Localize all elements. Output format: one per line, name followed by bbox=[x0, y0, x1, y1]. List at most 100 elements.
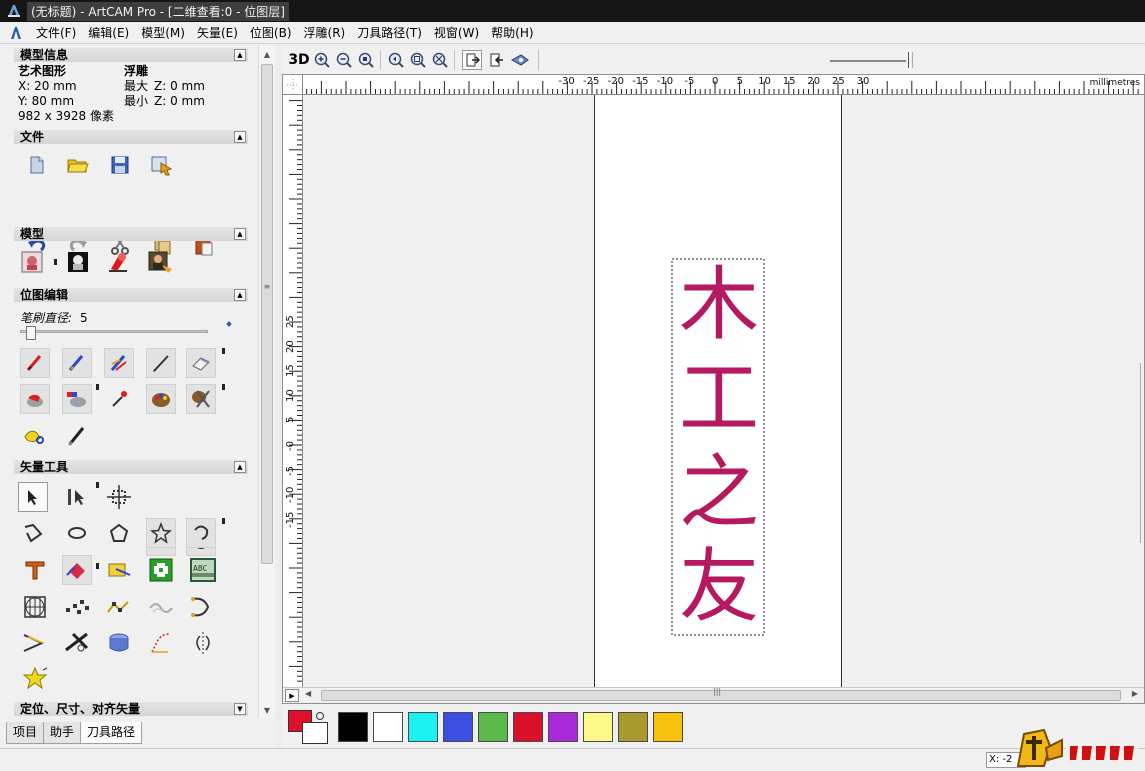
paint-brush-blue-icon[interactable] bbox=[62, 348, 92, 378]
zoom-window-icon[interactable] bbox=[408, 50, 428, 70]
draw-pencil-icon[interactable] bbox=[146, 348, 176, 378]
select-arrow-icon[interactable] bbox=[18, 482, 48, 512]
scroll-up-icon[interactable]: ▲ bbox=[259, 46, 275, 62]
model-area[interactable]: 木工之友 bbox=[594, 95, 842, 687]
zoom-out-icon[interactable] bbox=[334, 50, 354, 70]
bitmap-to-vector-icon[interactable] bbox=[104, 555, 134, 585]
brush-slider-thumb[interactable] bbox=[25, 326, 36, 340]
show-layer-icon[interactable] bbox=[462, 50, 482, 70]
color-swatch[interactable] bbox=[583, 712, 613, 742]
eyedropper-icon[interactable] bbox=[104, 384, 134, 414]
color-swatch[interactable] bbox=[408, 712, 438, 742]
scroll-right-icon[interactable]: ▶ bbox=[1132, 689, 1138, 698]
ruler-corner[interactable] bbox=[283, 75, 303, 95]
tab-assistant[interactable]: 助手 bbox=[43, 722, 82, 744]
save-disk-icon[interactable] bbox=[105, 150, 135, 180]
scroll-down-icon[interactable]: ▼ bbox=[259, 702, 275, 718]
model-portrait-icon[interactable] bbox=[145, 247, 175, 277]
menu-model[interactable]: 模型(M) bbox=[135, 22, 191, 44]
paint-bucket-red-icon[interactable] bbox=[20, 384, 50, 414]
mirror-icon[interactable] bbox=[188, 628, 218, 658]
model-info-header[interactable]: 模型信息 ▲ bbox=[14, 48, 248, 62]
vector-nodes-icon[interactable] bbox=[62, 592, 92, 622]
color-swatch[interactable] bbox=[338, 712, 368, 742]
paint-brush-red-icon[interactable] bbox=[20, 348, 50, 378]
panel-scrollbar[interactable]: ▲ ≡ ▼ bbox=[258, 46, 274, 718]
arc-icon[interactable] bbox=[186, 518, 216, 548]
split-handle[interactable] bbox=[1140, 363, 1144, 543]
zoom-slider-track[interactable] bbox=[830, 60, 906, 62]
polyline-icon[interactable] bbox=[18, 518, 48, 548]
menu-toolpaths[interactable]: 刀具路径(T) bbox=[351, 22, 428, 44]
hide-layer-icon[interactable] bbox=[486, 50, 506, 70]
flyout-arrow-icon[interactable] bbox=[222, 518, 225, 524]
text-on-curve-icon[interactable]: ABC bbox=[188, 555, 218, 585]
magic-lasso-icon[interactable] bbox=[20, 421, 50, 451]
flyout-arrow-icon[interactable] bbox=[96, 482, 99, 488]
eye-icon[interactable] bbox=[510, 50, 530, 70]
vector-fill-icon[interactable] bbox=[62, 555, 92, 585]
document-icon[interactable] bbox=[8, 25, 24, 41]
bitmap-edit-header[interactable]: 位图编辑 ▲ bbox=[14, 288, 248, 302]
menu-bitmap[interactable]: 位图(B) bbox=[244, 22, 298, 44]
artwork-glyph[interactable]: 友 bbox=[676, 543, 762, 631]
model-grayscale-icon[interactable] bbox=[63, 247, 93, 277]
swap-colors-icon[interactable] bbox=[314, 710, 326, 720]
model-header[interactable]: 模型 ▲ bbox=[14, 227, 248, 241]
color-palette-icon[interactable] bbox=[146, 384, 176, 414]
flyout-arrow-icon[interactable] bbox=[54, 259, 57, 265]
vector-grid-icon[interactable] bbox=[20, 592, 50, 622]
tab-toolpaths[interactable]: 刀具路径 bbox=[80, 722, 143, 744]
node-edit-icon[interactable] bbox=[62, 482, 92, 512]
collapse-up-icon[interactable]: ▲ bbox=[234, 461, 246, 473]
eraser-icon[interactable] bbox=[186, 348, 216, 378]
model-setup-icon[interactable] bbox=[18, 247, 48, 277]
flyout-arrow-icon[interactable] bbox=[222, 384, 225, 390]
ellipse-icon[interactable] bbox=[62, 518, 92, 548]
position-align-header[interactable]: 定位、尺寸、对齐矢量 ▼ bbox=[14, 702, 248, 716]
color-swatch[interactable] bbox=[373, 712, 403, 742]
text-icon[interactable] bbox=[20, 555, 50, 585]
extrude-icon[interactable] bbox=[104, 628, 134, 658]
palette-scissors-icon[interactable] bbox=[186, 384, 216, 414]
flyout-arrow-icon[interactable] bbox=[96, 563, 99, 569]
menu-edit[interactable]: 编辑(E) bbox=[82, 22, 135, 44]
trim-vector-icon[interactable] bbox=[62, 628, 92, 658]
artwork-glyph[interactable]: 之 bbox=[676, 449, 762, 537]
smooth-curve-icon[interactable] bbox=[104, 592, 134, 622]
play-icon[interactable]: ▶ bbox=[285, 689, 299, 702]
zoom-fit-icon[interactable] bbox=[356, 50, 376, 70]
flyout-arrow-icon[interactable] bbox=[96, 384, 99, 390]
panel-scroll-thumb[interactable] bbox=[261, 64, 273, 564]
collapse-up-icon[interactable]: ▲ bbox=[234, 131, 246, 143]
paint-multicolor-icon[interactable] bbox=[104, 348, 134, 378]
fillet-icon[interactable] bbox=[146, 628, 176, 658]
zoom-in-icon[interactable] bbox=[312, 50, 332, 70]
collapse-up-icon[interactable]: ▲ bbox=[234, 289, 246, 301]
transform-icon[interactable] bbox=[104, 482, 134, 512]
new-file-icon[interactable] bbox=[22, 150, 52, 180]
polygon-icon[interactable] bbox=[104, 518, 134, 548]
color-swatch[interactable] bbox=[478, 712, 508, 742]
add-vector-icon[interactable] bbox=[146, 555, 176, 585]
menu-file[interactable]: 文件(F) bbox=[30, 22, 82, 44]
flood-fill-multicolor-icon[interactable] bbox=[62, 384, 92, 414]
menu-window[interactable]: 视窗(W) bbox=[428, 22, 485, 44]
zoom-all-icon[interactable] bbox=[430, 50, 450, 70]
star-burst-icon[interactable] bbox=[20, 664, 50, 694]
color-swatch[interactable] bbox=[548, 712, 578, 742]
vector-tools-header[interactable]: 矢量工具 ▲ bbox=[14, 460, 248, 474]
menu-vector[interactable]: 矢量(E) bbox=[191, 22, 244, 44]
import-icon[interactable] bbox=[147, 150, 177, 180]
offset-vector-icon[interactable] bbox=[20, 628, 50, 658]
artcam-app-icon[interactable] bbox=[6, 3, 22, 19]
open-folder-icon[interactable] bbox=[63, 150, 93, 180]
zoom-slider-thumb[interactable] bbox=[908, 52, 913, 68]
file-header[interactable]: 文件 ▲ bbox=[14, 130, 248, 144]
menu-relief[interactable]: 浮雕(R) bbox=[298, 22, 352, 44]
star-icon[interactable] bbox=[146, 518, 176, 548]
color-swatch[interactable] bbox=[513, 712, 543, 742]
menu-help[interactable]: 帮助(H) bbox=[485, 22, 539, 44]
collapse-up-icon[interactable]: ▲ bbox=[234, 49, 246, 61]
color-swatch[interactable] bbox=[618, 712, 648, 742]
